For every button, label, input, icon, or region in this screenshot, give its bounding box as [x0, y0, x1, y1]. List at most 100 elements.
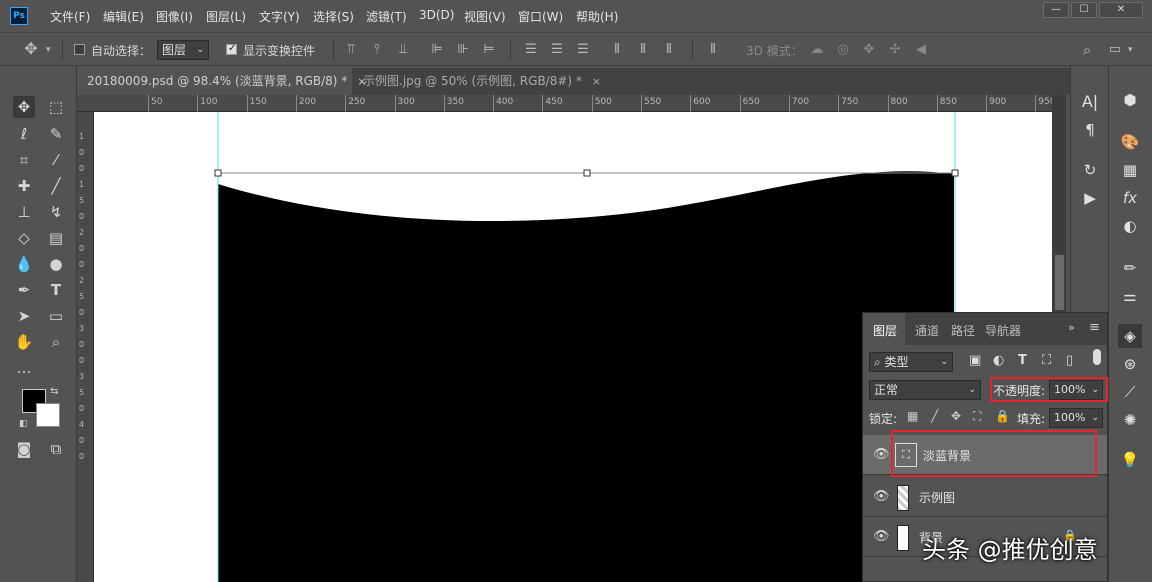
eyedropper-tool-icon[interactable]: ⁄: [45, 149, 67, 171]
distribute-top-icon[interactable]: ☰: [524, 43, 538, 57]
move-tool-icon[interactable]: ✥: [24, 41, 38, 57]
brush-tool-icon[interactable]: ╱: [45, 175, 67, 197]
tab-document-psd[interactable]: 20180009.psd @ 98.4% (淡蓝背景, RGB/8) * ×: [77, 68, 367, 95]
3d-orbit-icon[interactable]: ☁: [810, 43, 824, 57]
distribute-left-icon[interactable]: ⦀: [610, 43, 624, 57]
crop-tool-icon[interactable]: ⌗: [13, 149, 35, 171]
swatches-panel-icon[interactable]: ▦: [1118, 158, 1142, 182]
menu-item[interactable]: 滤镜(T): [366, 8, 407, 25]
quick-select-tool-icon[interactable]: ✎: [45, 123, 67, 145]
character-panel-icon[interactable]: A|: [1078, 90, 1102, 114]
channels-panel-icon[interactable]: ⊛: [1118, 352, 1142, 376]
filter-adjustment-icon[interactable]: ◐: [993, 353, 1004, 368]
align-hcenter-icon[interactable]: ⊪: [456, 43, 470, 57]
adjustments-panel-icon[interactable]: ◐: [1118, 214, 1142, 238]
panel-expand-icon[interactable]: »: [1068, 321, 1075, 334]
history-brush-tool-icon[interactable]: ↯: [45, 201, 67, 223]
visibility-eye-icon[interactable]: 👁: [873, 447, 890, 462]
align-vcenter-icon[interactable]: ⫯: [370, 43, 384, 57]
lasso-tool-icon[interactable]: ℓ: [13, 123, 35, 145]
menu-item[interactable]: 图像(I): [156, 8, 193, 25]
tab-navigator[interactable]: 导航器: [985, 322, 1021, 339]
menu-item[interactable]: 视图(V): [464, 8, 506, 25]
menu-item[interactable]: 编辑(E): [103, 8, 144, 25]
layers-panel-icon[interactable]: ◈: [1118, 324, 1142, 348]
paragraph-panel-icon[interactable]: ¶: [1078, 118, 1102, 142]
tool-preset-chevron-icon[interactable]: ▾: [46, 45, 51, 55]
menu-item[interactable]: 3D(D): [419, 8, 454, 22]
zoom-tool-icon[interactable]: ⌕: [45, 331, 67, 353]
path-select-tool-icon[interactable]: ➤: [13, 305, 35, 327]
filter-type-icon[interactable]: T: [1018, 353, 1027, 368]
screen-mode-icon[interactable]: ⧉: [45, 438, 67, 460]
move-tool-icon[interactable]: ✥: [13, 96, 35, 118]
hand-tool-icon[interactable]: ✋: [13, 331, 35, 353]
tab-document-jpg[interactable]: 示例图.jpg @ 50% (示例图, RGB/8#) * ×: [353, 68, 601, 95]
filter-shape-icon[interactable]: ⛶: [1042, 353, 1051, 368]
history-panel-icon[interactable]: ↻: [1078, 158, 1102, 182]
3d-pan-icon[interactable]: ✥: [862, 43, 876, 57]
close-window-button[interactable]: ✕: [1099, 2, 1143, 18]
show-transform-checkbox[interactable]: [226, 43, 237, 55]
menu-item[interactable]: 窗口(W): [518, 8, 563, 25]
eraser-tool-icon[interactable]: ◇: [13, 227, 35, 249]
pen-tool-icon[interactable]: ✒: [13, 279, 35, 301]
type-tool-icon[interactable]: T: [45, 279, 67, 301]
menu-item[interactable]: 文件(F): [50, 8, 90, 25]
paths-panel-icon[interactable]: ⟋: [1118, 380, 1142, 404]
3d-scale-icon[interactable]: ◀: [914, 43, 928, 57]
auto-select-dropdown[interactable]: 图层 ⌄: [157, 40, 209, 60]
tab-paths[interactable]: 路径: [951, 322, 975, 339]
navigator-panel-icon[interactable]: ✺: [1118, 408, 1142, 432]
auto-select-checkbox[interactable]: [74, 44, 85, 55]
layer-filter-dropdown[interactable]: ⌕ 类型 ⌄: [869, 352, 953, 372]
lock-transparent-icon[interactable]: ▦: [907, 409, 918, 423]
more-tools-icon[interactable]: …: [13, 357, 35, 379]
menu-item[interactable]: 文字(Y): [259, 8, 300, 25]
close-tab-icon[interactable]: ×: [592, 75, 601, 88]
menu-item[interactable]: 图层(L): [206, 8, 246, 25]
distribute-bottom-icon[interactable]: ☰: [576, 43, 590, 57]
layer-row[interactable]: 👁 示例图: [863, 477, 1107, 517]
tab-channels[interactable]: 通道: [915, 322, 939, 339]
clone-stamp-tool-icon[interactable]: ⊥: [13, 201, 35, 223]
align-top-icon[interactable]: ⫪: [344, 43, 358, 57]
vertical-scroll-thumb[interactable]: [1055, 255, 1064, 310]
healing-brush-tool-icon[interactable]: ✚: [13, 175, 35, 197]
quick-mask-icon[interactable]: ◙: [13, 438, 35, 460]
styles-panel-icon[interactable]: fx: [1118, 186, 1142, 210]
maximize-button[interactable]: ☐: [1071, 2, 1097, 18]
learn-panel-icon[interactable]: 💡: [1118, 448, 1142, 472]
distribute-right-icon[interactable]: ⦀: [662, 43, 676, 57]
search-icon[interactable]: ⌕: [1080, 43, 1094, 58]
default-colors-icon[interactable]: ◧: [19, 419, 28, 429]
menu-item[interactable]: 帮助(H): [576, 8, 618, 25]
actions-play-icon[interactable]: ▶: [1078, 186, 1102, 210]
tab-layers[interactable]: 图层: [873, 322, 897, 339]
auto-align-icon[interactable]: ⫴: [706, 43, 720, 57]
filter-toggle-switch[interactable]: [1093, 349, 1101, 365]
marquee-tool-icon[interactable]: ⬚: [45, 96, 67, 118]
blend-mode-dropdown[interactable]: 正常 ⌄: [869, 380, 981, 400]
blur-tool-icon[interactable]: 💧: [13, 253, 35, 275]
lock-image-icon[interactable]: ╱: [931, 409, 938, 423]
filter-smart-object-icon[interactable]: ▯: [1066, 353, 1073, 368]
gradient-tool-icon[interactable]: ▤: [45, 227, 67, 249]
lock-all-icon[interactable]: 🔒: [995, 409, 1010, 423]
align-left-icon[interactable]: ⊫: [430, 43, 444, 57]
layer-name[interactable]: 示例图: [919, 489, 955, 506]
distribute-hcenter-icon[interactable]: ⦀: [636, 43, 650, 57]
swap-colors-icon[interactable]: ⇆: [50, 386, 58, 397]
fill-input[interactable]: 100% ⌄: [1049, 408, 1103, 428]
distribute-vcenter-icon[interactable]: ☰: [550, 43, 564, 57]
opacity-input[interactable]: 100% ⌄: [1049, 380, 1103, 400]
brush-settings-icon[interactable]: ✏: [1118, 256, 1142, 280]
rectangle-tool-icon[interactable]: ▭: [45, 305, 67, 327]
color-panel-icon[interactable]: 🎨: [1118, 130, 1142, 154]
align-right-icon[interactable]: ⊨: [482, 43, 496, 57]
3d-slide-icon[interactable]: ✣: [888, 43, 902, 57]
menu-item[interactable]: 选择(S): [313, 8, 354, 25]
3d-roll-icon[interactable]: ◎: [836, 43, 850, 57]
filter-pixel-icon[interactable]: ▣: [969, 353, 981, 368]
properties-panel-icon[interactable]: ⚌: [1118, 284, 1142, 308]
